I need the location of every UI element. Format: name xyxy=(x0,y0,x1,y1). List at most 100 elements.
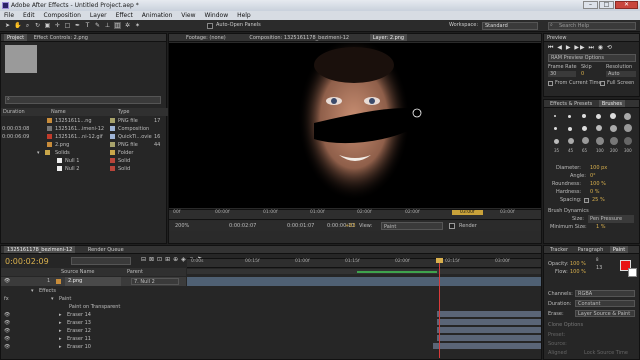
selection-tool-icon[interactable]: ➤ xyxy=(4,22,11,29)
from-current-checkbox[interactable] xyxy=(548,81,553,86)
frame-rate-select[interactable]: 30 xyxy=(548,71,576,77)
erase-select[interactable]: Layer Source & Paint xyxy=(575,310,635,317)
menu-composition[interactable]: Composition xyxy=(44,12,81,19)
minimize-button[interactable]: – xyxy=(583,1,598,9)
menu-file[interactable]: File xyxy=(4,12,14,19)
angle-value[interactable]: 0° xyxy=(590,172,596,180)
project-item[interactable]: Null 1 Solid xyxy=(1,157,168,165)
menu-view[interactable]: View xyxy=(181,12,195,19)
auto-open-checkbox[interactable] xyxy=(207,23,213,29)
col-parent[interactable]: Parent xyxy=(127,268,143,276)
tab-paint[interactable]: Paint xyxy=(609,246,629,253)
pan-behind-tool-icon[interactable]: ✛ xyxy=(54,22,61,29)
text-tool-icon[interactable]: T xyxy=(84,22,91,29)
col-name[interactable]: Name xyxy=(51,108,66,116)
tab-timeline-comp[interactable]: 1325161178_bezimeni-12 xyxy=(4,246,76,253)
rotate-tool-icon[interactable]: ↻ xyxy=(34,22,41,29)
brush-tool-icon[interactable]: ✎ xyxy=(94,22,101,29)
full-screen-checkbox[interactable] xyxy=(600,81,605,86)
close-button[interactable]: ✕ xyxy=(615,1,638,9)
eraser-row[interactable]: 👁 ▸ Eraser 12 xyxy=(1,327,186,335)
channels-select[interactable]: RGBA xyxy=(575,290,635,297)
paint-on-transparent-row[interactable]: Paint on Transparent xyxy=(1,303,186,311)
col-source-name[interactable]: Source Name xyxy=(61,268,95,276)
menu-help[interactable]: Help xyxy=(237,12,251,19)
spacing-value[interactable]: 25 % xyxy=(592,196,605,204)
tab-footage[interactable]: Footage: (none) xyxy=(183,34,229,41)
time-indicator-head[interactable] xyxy=(436,258,443,263)
zoom-tool-icon[interactable]: ⌕ xyxy=(24,22,31,29)
layer-canvas[interactable] xyxy=(169,43,541,208)
playback-controls[interactable]: ⏮ ◀ ▶ ▶▶ ⏭ ◉ ⟲ xyxy=(548,44,636,52)
offset-value[interactable]: +63 xyxy=(345,221,356,231)
viewer-time-ruler[interactable]: 00f 00:00f 01:00f 01:00f 02:00f 02:00f 0… xyxy=(169,209,541,220)
parent-select[interactable]: 7. Null 2 xyxy=(131,278,179,285)
project-item[interactable]: 0:00:06:09 1325161...ni-12.gif QuickTi...o… xyxy=(1,133,168,141)
tab-tracker[interactable]: Tracker xyxy=(547,246,571,253)
layer-duration-bar[interactable] xyxy=(187,277,541,286)
menu-animation[interactable]: Animation xyxy=(142,12,173,19)
diameter-value[interactable]: 100 px xyxy=(590,164,607,172)
hand-tool-icon[interactable]: ✋ xyxy=(14,22,21,29)
menu-edit[interactable]: Edit xyxy=(23,12,35,19)
timeline-ruler[interactable]: 0:00s 00:15f 01:00f 01:15f 02:00f 02:15f… xyxy=(187,258,541,268)
project-search-input[interactable] xyxy=(5,96,161,104)
roundness-value[interactable]: 100 % xyxy=(590,180,606,188)
tab-effect-controls[interactable]: Effect Controls: 2.png xyxy=(31,34,91,41)
eraser-row[interactable]: 👁 ▸ Eraser 10 xyxy=(1,343,186,351)
col-duration[interactable]: Duration xyxy=(3,108,25,116)
flow-value[interactable]: 100 % xyxy=(570,269,586,275)
in-point-display[interactable]: 0:00:01:07 xyxy=(287,221,314,231)
ram-preview-select[interactable]: RAM Preview Options xyxy=(548,54,636,62)
work-area-bar[interactable] xyxy=(187,269,541,274)
tab-paragraph[interactable]: Paragraph xyxy=(575,246,607,253)
spacing-checkbox[interactable] xyxy=(584,198,589,203)
clone-stamp-tool-icon[interactable]: ⊥ xyxy=(104,22,111,29)
current-time-display[interactable]: 0:00:02:07 xyxy=(229,221,256,231)
col-type[interactable]: Type xyxy=(118,108,129,116)
background-color-swatch[interactable] xyxy=(628,268,637,277)
zoom-select[interactable]: 200% xyxy=(175,221,189,231)
paint-row[interactable]: fx ▾ Paint xyxy=(1,295,186,303)
opacity-value[interactable]: 100 % xyxy=(570,261,586,267)
tab-render-queue[interactable]: Render Queue xyxy=(85,246,127,253)
roto-brush-tool-icon[interactable]: ✲ xyxy=(124,22,131,29)
skip-value[interactable]: 0 xyxy=(581,71,584,77)
min-size-value[interactable]: 1 % xyxy=(596,223,606,231)
timeline-current-time[interactable]: 0:00:02:09 xyxy=(5,257,49,266)
tab-project[interactable]: Project xyxy=(4,34,28,41)
duration-select[interactable]: Constant xyxy=(575,300,635,307)
project-item[interactable]: 0:00:03:08 1325161...imeni-12 Composition xyxy=(1,125,168,133)
maximize-button[interactable]: □ xyxy=(599,1,614,9)
eraser-row[interactable]: 👁 ▸ Eraser 11 xyxy=(1,335,186,343)
project-item[interactable]: 2.png PNG file 44 xyxy=(1,141,168,149)
eraser-row[interactable]: 👁 ▸ Eraser 13 xyxy=(1,319,186,327)
size-dynamics-select[interactable]: Pen Pressure xyxy=(588,215,634,223)
puppet-tool-icon[interactable]: ✶ xyxy=(134,22,141,29)
workspace-select[interactable]: Standard xyxy=(482,22,538,30)
menu-layer[interactable]: Layer xyxy=(90,12,107,19)
search-help-input[interactable]: Search Help xyxy=(548,22,636,30)
tab-effects-presets[interactable]: Effects & Presets xyxy=(547,100,595,107)
brush-tips-grid[interactable]: 35 45 65 100 200 300 xyxy=(552,113,632,159)
render-checkbox[interactable] xyxy=(449,223,455,229)
pen-tool-icon[interactable]: ✒ xyxy=(74,22,81,29)
current-time-indicator[interactable] xyxy=(439,258,440,358)
tab-composition[interactable]: Composition: 1325161178_bezimeni-12 xyxy=(246,34,352,41)
project-item[interactable]: Null 2 Solid xyxy=(1,165,168,173)
hardness-value[interactable]: 0 % xyxy=(590,188,600,196)
menu-effect[interactable]: Effect xyxy=(116,12,133,19)
mask-tool-icon[interactable]: □ xyxy=(64,22,71,29)
layer-row[interactable]: 👁 1 2.png 7. Null 2 xyxy=(1,277,186,286)
view-select[interactable]: Paint xyxy=(381,222,443,230)
project-folder[interactable]: ▾ Solids Folder xyxy=(1,149,168,157)
camera-tool-icon[interactable]: ▣ xyxy=(44,22,51,29)
eraser-row[interactable]: 👁 ▸ Eraser 14 xyxy=(1,311,186,319)
eraser-tool-icon[interactable]: ◫ xyxy=(114,22,121,29)
project-item[interactable]: 13251611...ng PNG file 17 xyxy=(1,117,168,125)
effects-row[interactable]: ▾ Effects xyxy=(1,287,186,295)
visibility-icon[interactable]: 👁 xyxy=(4,277,10,286)
timeline-search-input[interactable] xyxy=(71,257,131,265)
resolution-select[interactable]: Auto xyxy=(606,71,636,77)
menu-window[interactable]: Window xyxy=(204,12,228,19)
